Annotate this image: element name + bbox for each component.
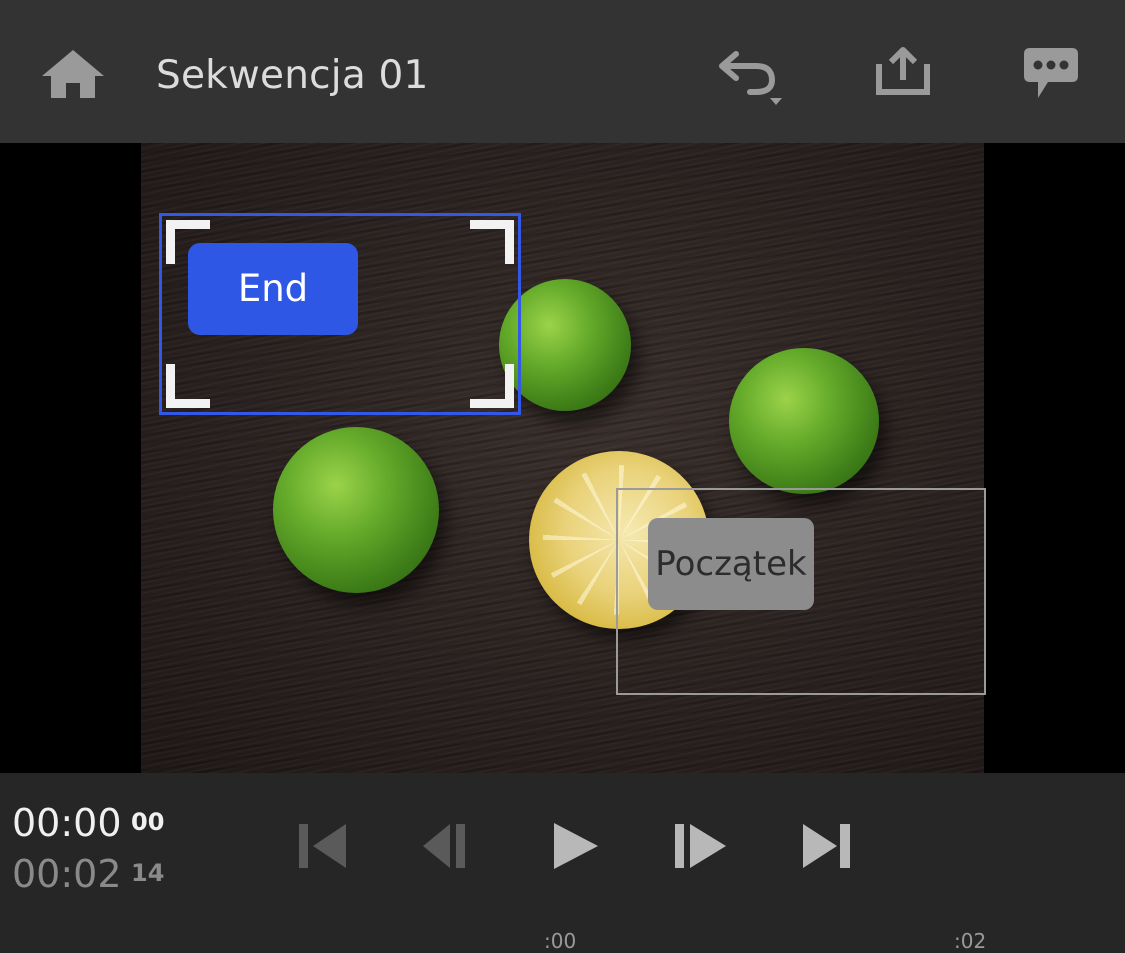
playback-controls: 00:00 00 00:02 14 :00 :02 — [0, 773, 1125, 953]
lime-image — [273, 427, 439, 593]
ruler-tick: :00 — [544, 929, 577, 953]
go-to-end-icon[interactable] — [800, 821, 856, 871]
undo-icon[interactable] — [716, 48, 788, 108]
end-title-box[interactable]: End — [159, 213, 521, 415]
start-title-box[interactable]: Początek — [616, 488, 986, 695]
step-back-icon[interactable] — [420, 821, 476, 871]
share-icon[interactable] — [873, 46, 933, 98]
resize-handle-bottom-right[interactable] — [470, 364, 514, 408]
resize-handle-bottom-left[interactable] — [166, 364, 210, 408]
home-icon[interactable] — [40, 48, 106, 100]
step-forward-icon[interactable] — [672, 821, 728, 871]
sequence-title: Sekwencja 01 — [156, 53, 429, 98]
lime-image — [729, 348, 879, 494]
total-duration: 00:02 — [12, 852, 122, 896]
go-to-start-icon[interactable] — [296, 821, 352, 871]
comment-icon[interactable] — [1022, 46, 1080, 100]
video-viewer[interactable]: End Początek — [0, 143, 1125, 773]
total-frames: 14 — [131, 859, 165, 887]
start-title-label[interactable]: Początek — [648, 518, 814, 610]
resize-handle-top-right[interactable] — [470, 220, 514, 264]
play-icon[interactable] — [548, 821, 604, 871]
top-bar: Sekwencja 01 — [0, 0, 1125, 143]
timeline-ruler[interactable]: :00 :02 — [0, 923, 1125, 953]
ruler-tick: :02 — [954, 929, 987, 953]
current-frames: 00 — [131, 808, 165, 836]
current-timecode: 00:00 — [12, 801, 122, 845]
end-title-label[interactable]: End — [188, 243, 358, 335]
